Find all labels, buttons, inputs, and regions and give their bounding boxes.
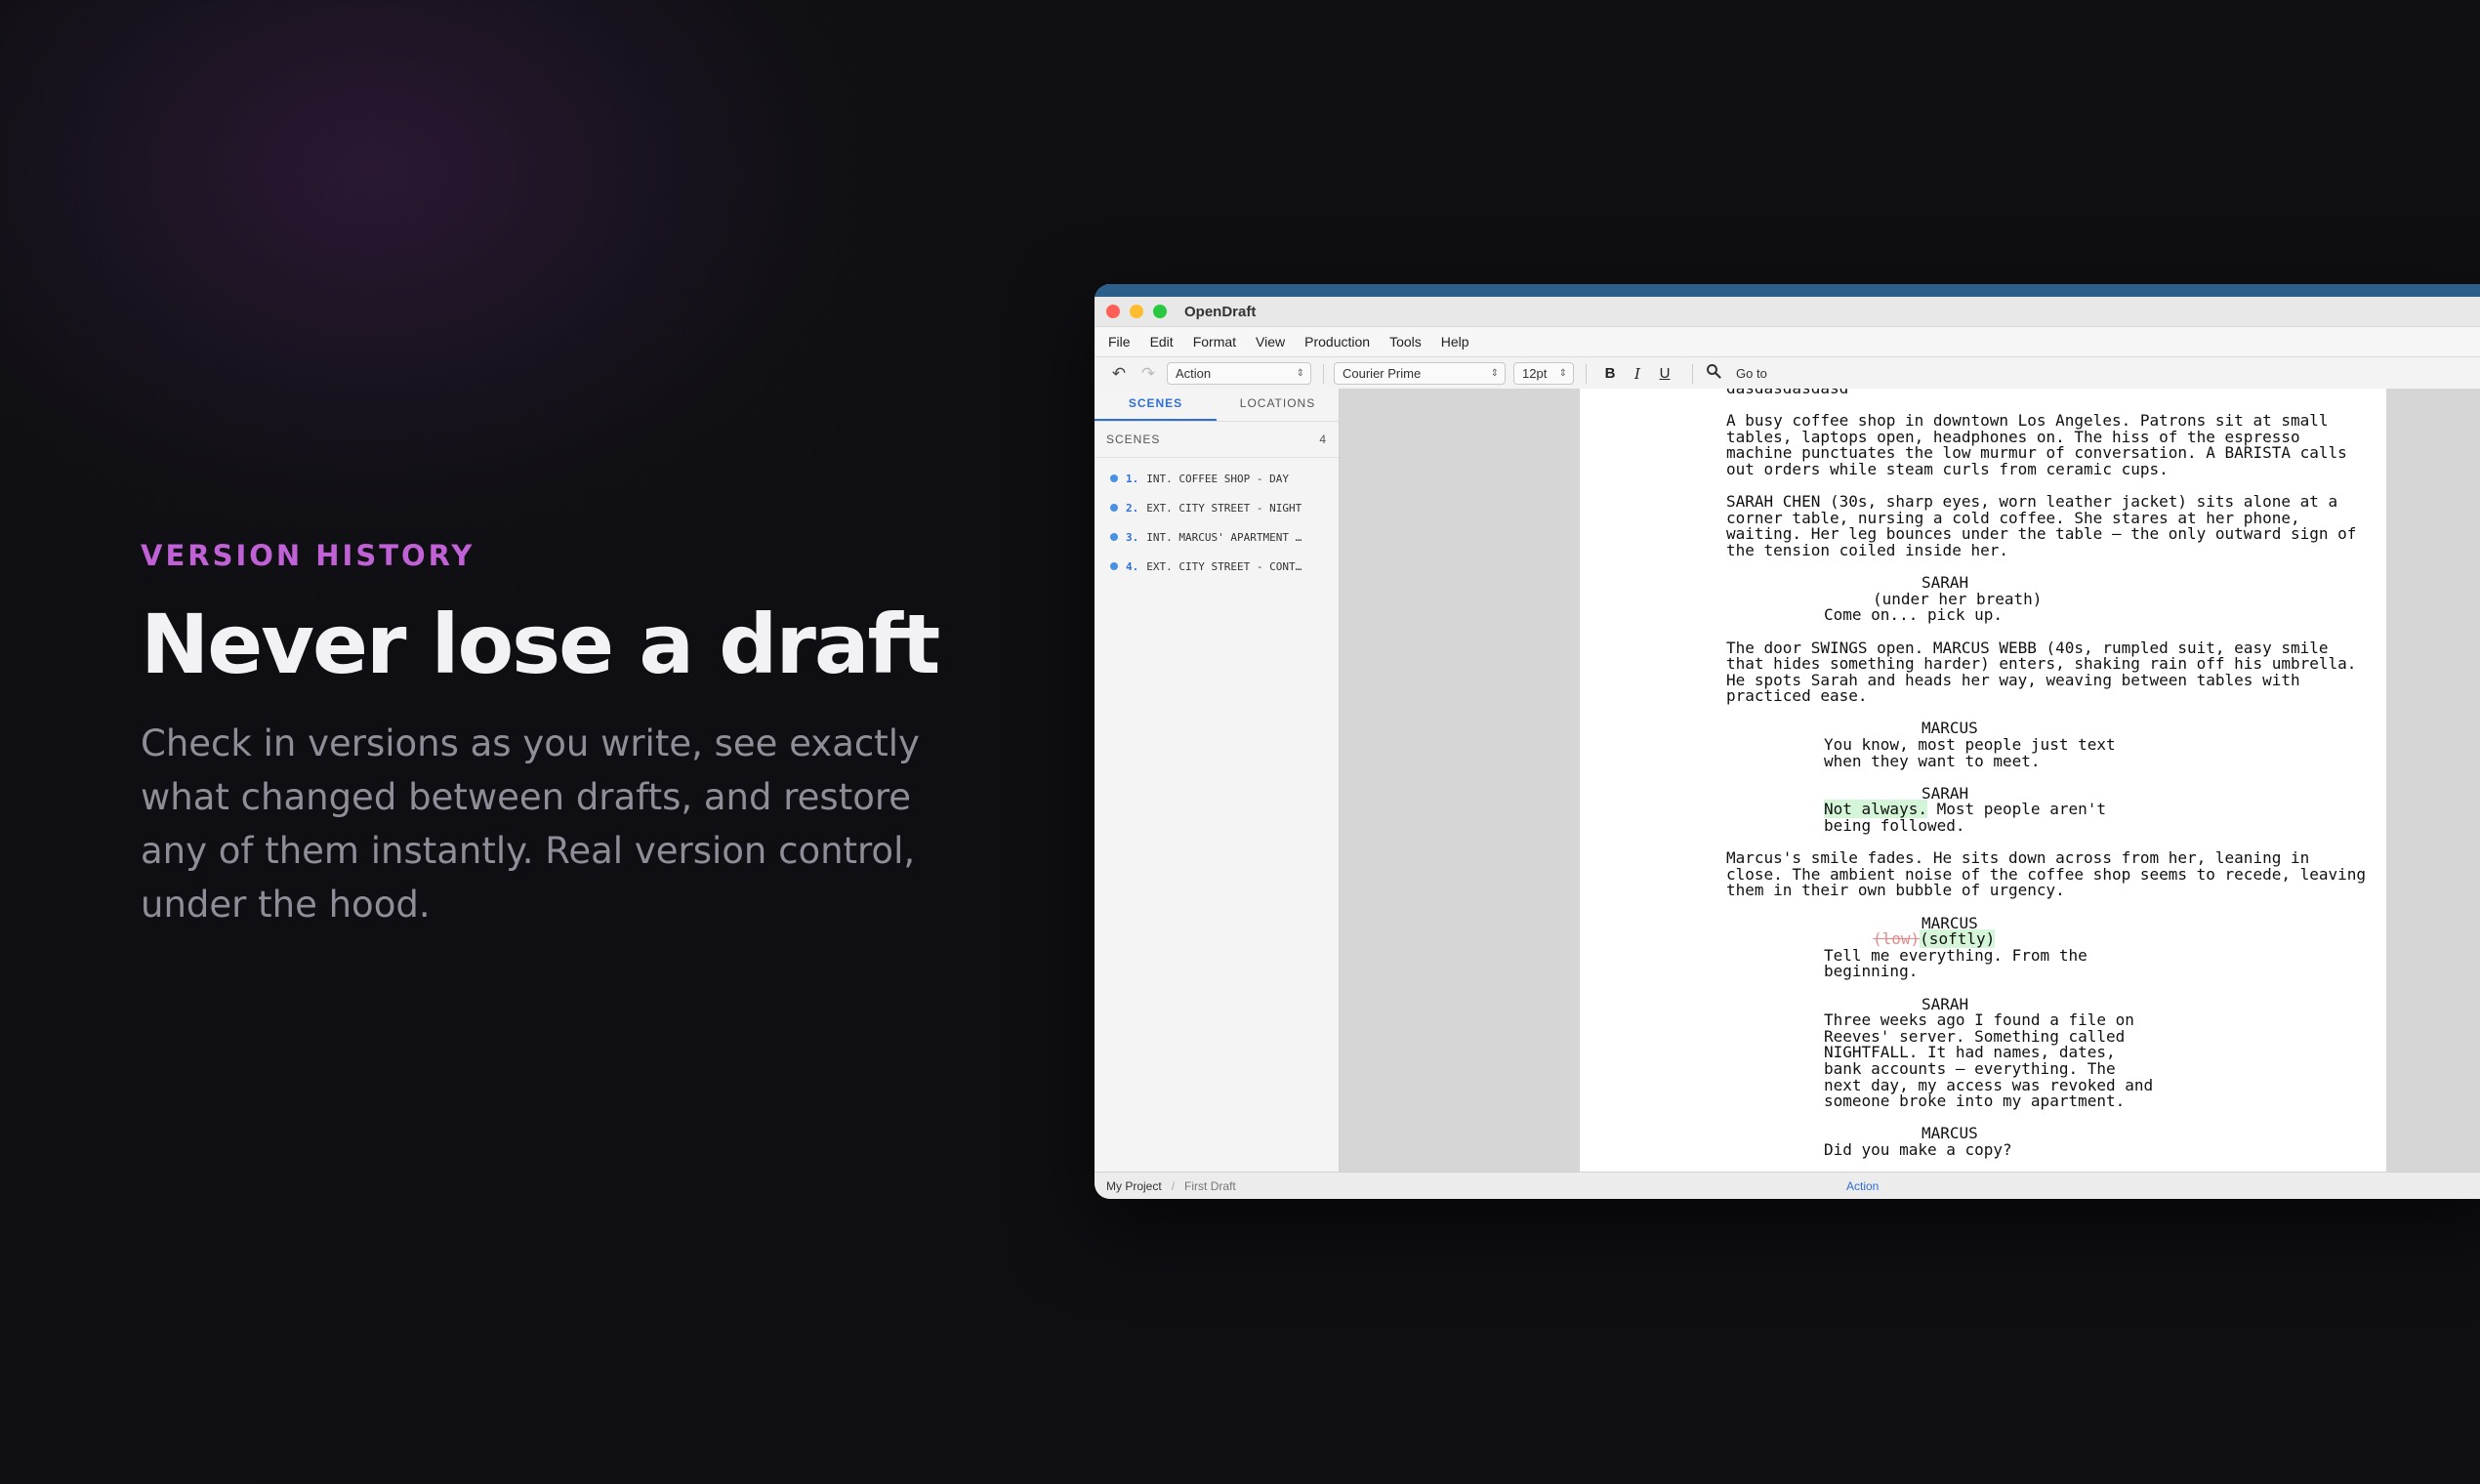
action-line: A busy coffee shop in downtown Los Angel… (1726, 411, 2357, 478)
eyebrow-label: VERSION HISTORY (141, 539, 475, 572)
italic-button[interactable]: I (1624, 365, 1651, 383)
scene-dot-icon (1110, 533, 1118, 541)
menu-tools[interactable]: Tools (1389, 334, 1422, 350)
menu-edit[interactable]: Edit (1150, 334, 1174, 350)
character-cue: SARAH (1922, 573, 1969, 593)
font-size-value: 12pt (1522, 366, 1548, 381)
zoom-window-button[interactable] (1153, 305, 1167, 318)
action-line: Marcus's smile fades. He sits down acros… (1726, 848, 2376, 900)
dialogue: You know, most people just text when the… (1824, 735, 2126, 770)
scene-item-3[interactable]: 3. INT. MARCUS' APARTMENT … (1095, 522, 1339, 552)
app-window: OpenDraft File Edit Format View Producti… (1095, 284, 2480, 1199)
scene-label: EXT. CITY STREET - NIGHT (1146, 501, 1302, 515)
dialogue: Come on... pick up. (1824, 605, 2004, 625)
scene-dot-icon (1110, 474, 1118, 482)
redo-icon[interactable]: ↷ (1137, 364, 1159, 384)
scenes-section-label: SCENES (1106, 433, 1161, 446)
toolbar-divider (1692, 363, 1693, 384)
dialogue: Did you make a copy? (1824, 1139, 2012, 1159)
status-bar: My Project / First Draft Action (1095, 1172, 2480, 1199)
scene-dot-icon (1110, 562, 1118, 570)
scene-dot-icon (1110, 504, 1118, 512)
goto-button[interactable]: Go to (1736, 366, 1767, 381)
script-page[interactable]: dasdasdasdasd A busy coffee shop in down… (1580, 389, 2386, 1173)
script-text[interactable]: dasdasdasdasd A busy coffee shop in down… (1726, 389, 2371, 1173)
scene-number: 1. (1126, 472, 1139, 485)
breadcrumb-draft[interactable]: First Draft (1184, 1179, 1236, 1193)
action-line: SARAH CHEN (30s, sharp eyes, worn leathe… (1726, 492, 2367, 559)
tab-locations[interactable]: LOCATIONS (1217, 389, 1339, 421)
navigator-sidebar: SCENES LOCATIONS SCENES 4 1. INT. COFFEE… (1095, 389, 1340, 1173)
scene-count: 4 (1319, 433, 1327, 446)
menu-format[interactable]: Format (1193, 334, 1236, 350)
toolbar: ↶ ↷ Action ⇕ Courier Prime ⇕ 12pt ⇕ B I … (1095, 357, 2480, 391)
scene-number: 3. (1126, 530, 1139, 544)
menu-file[interactable]: File (1108, 334, 1131, 350)
scene-item-4[interactable]: 4. EXT. CITY STREET - CONT… (1095, 552, 1339, 581)
font-size-select[interactable]: 12pt ⇕ (1513, 362, 1574, 385)
parenthetical: (under her breath) (1873, 589, 2043, 608)
menu-help[interactable]: Help (1441, 334, 1469, 350)
toolbar-divider (1586, 363, 1587, 384)
character-cue: MARCUS (1922, 913, 1978, 932)
editor-workspace: dasdasdasdasd A busy coffee shop in down… (1340, 389, 2480, 1173)
current-element-mode: Action (1846, 1178, 1880, 1193)
select-arrows-icon: ⇕ (1490, 368, 1499, 379)
menu-production[interactable]: Production (1304, 334, 1370, 350)
element-type-select[interactable]: Action ⇕ (1167, 362, 1311, 385)
hero-section: VERSION HISTORY Never lose a draft Check… (141, 539, 980, 931)
action-line: The door SWINGS open. MARCUS WEBB (40s, … (1726, 638, 2367, 706)
select-arrows-icon: ⇕ (1558, 368, 1567, 379)
menu-bar: File Edit Format View Production Tools H… (1095, 327, 2480, 357)
scene-number: 2. (1126, 501, 1139, 515)
menu-view[interactable]: View (1256, 334, 1285, 350)
main-area: SCENES LOCATIONS SCENES 4 1. INT. COFFEE… (1095, 389, 2480, 1173)
headline: Never lose a draft (141, 597, 940, 692)
character-cue: MARCUS (1922, 1124, 1978, 1143)
breadcrumb-project[interactable]: My Project (1106, 1179, 1162, 1193)
font-value: Courier Prime (1343, 366, 1422, 381)
font-select[interactable]: Courier Prime ⇕ (1334, 362, 1506, 385)
scene-number: 4. (1126, 559, 1139, 573)
scene-label: INT. MARCUS' APARTMENT … (1146, 530, 1302, 544)
scenes-header: SCENES 4 (1095, 422, 1339, 458)
search-icon[interactable] (1703, 363, 1724, 384)
window-title: OpenDraft (1184, 303, 1257, 320)
sidebar-tabs: SCENES LOCATIONS (1095, 389, 1339, 422)
scene-item-1[interactable]: 1. INT. COFFEE SHOP - DAY (1095, 464, 1339, 493)
dialogue: Three weeks ago I found a file on Reeves… (1824, 1010, 2163, 1111)
dialogue-with-diff: Not always. Most people aren't being fol… (1726, 800, 2156, 834)
bold-button[interactable]: B (1596, 365, 1624, 382)
hero-description: Check in versions as you write, see exac… (141, 722, 920, 927)
select-arrows-icon: ⇕ (1296, 368, 1304, 379)
title-bar: OpenDraft (1095, 297, 2480, 327)
underline-button[interactable]: U (1651, 365, 1678, 382)
dialogue: Tell me everything. From the beginning. (1824, 945, 2097, 981)
tab-scenes[interactable]: SCENES (1095, 389, 1217, 421)
system-menubar-strip (1095, 284, 2480, 297)
breadcrumb-separator: / (1171, 1178, 1176, 1193)
minimize-window-button[interactable] (1130, 305, 1143, 318)
element-type-value: Action (1176, 366, 1212, 381)
toolbar-divider (1323, 363, 1324, 384)
undo-icon[interactable]: ↶ (1108, 364, 1130, 384)
scene-label: INT. COFFEE SHOP - DAY (1146, 472, 1289, 485)
scene-label: EXT. CITY STREET - CONT… (1146, 559, 1302, 573)
scene-item-2[interactable]: 2. EXT. CITY STREET - NIGHT (1095, 493, 1339, 522)
close-window-button[interactable] (1106, 305, 1120, 318)
action-fragment: dasdasdasdasd (1726, 389, 2371, 397)
